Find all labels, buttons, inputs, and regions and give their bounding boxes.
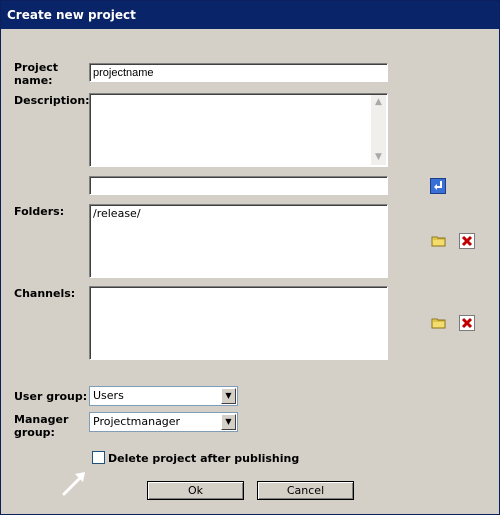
folders-label: Folders: xyxy=(14,205,65,218)
folders-list[interactable]: /release/ xyxy=(89,204,388,278)
channels-list[interactable] xyxy=(89,286,388,360)
description-label: Description: xyxy=(14,94,90,107)
user-group-value: Users xyxy=(93,389,124,402)
folder-list-item[interactable]: /release/ xyxy=(93,207,384,220)
manager-group-label: Manager group: xyxy=(14,413,69,439)
enter-arrow-icon[interactable] xyxy=(430,178,446,194)
description-scrollbar[interactable]: ▲ ▼ xyxy=(371,95,386,165)
channels-label: Channels: xyxy=(14,287,76,300)
cancel-button[interactable]: Cancel xyxy=(257,481,354,500)
project-name-label: Project name: xyxy=(14,61,59,87)
folder-icon[interactable] xyxy=(431,315,447,331)
ok-button[interactable]: Ok xyxy=(147,481,244,500)
delete-after-publish-label[interactable]: Delete project after publishing xyxy=(108,452,299,465)
create-project-dialog: Create new project Project name: Descrip… xyxy=(0,0,500,515)
scroll-up-icon[interactable]: ▲ xyxy=(371,95,386,110)
user-group-label: User group: xyxy=(14,390,88,403)
folder-path-input[interactable] xyxy=(89,176,388,195)
user-group-select[interactable]: Users ▼ xyxy=(89,386,238,406)
project-name-input[interactable] xyxy=(89,63,388,82)
red-x-delete-icon[interactable] xyxy=(459,233,475,249)
dialog-title: Create new project xyxy=(1,1,499,29)
red-x-delete-icon[interactable] xyxy=(459,315,475,331)
description-textarea[interactable]: ▲ ▼ xyxy=(89,93,388,167)
manager-group-select[interactable]: Projectmanager ▼ xyxy=(89,412,238,432)
scroll-down-icon[interactable]: ▼ xyxy=(371,150,386,165)
chevron-down-icon[interactable]: ▼ xyxy=(221,388,236,404)
delete-after-publish-checkbox[interactable] xyxy=(92,451,105,464)
manager-group-value: Projectmanager xyxy=(93,415,181,428)
folder-icon[interactable] xyxy=(431,233,447,249)
white-arrow-icon xyxy=(61,469,89,497)
chevron-down-icon[interactable]: ▼ xyxy=(221,414,236,430)
